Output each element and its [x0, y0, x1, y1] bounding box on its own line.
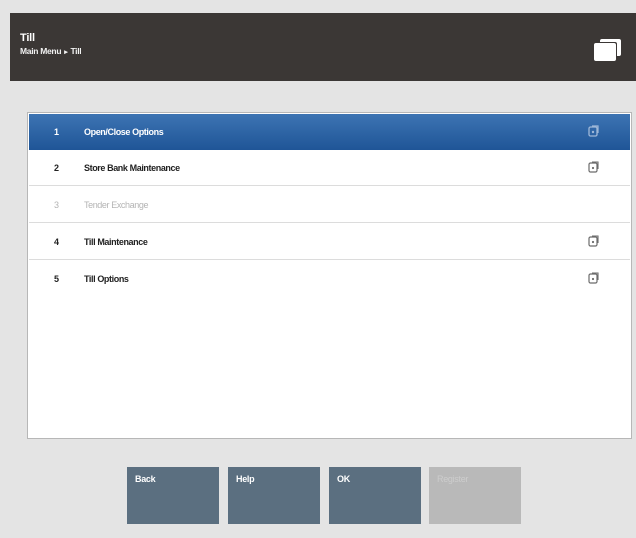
main-content: 1 Open/Close Options 2 Store Bank Mainte…	[10, 81, 636, 538]
menu-item-number: 4	[54, 237, 59, 247]
back-button[interactable]: Back	[127, 467, 219, 524]
menu-item-label: Store Bank Maintenance	[84, 163, 180, 173]
submenu-icon	[588, 125, 599, 137]
menu-item-label: Open/Close Options	[84, 127, 164, 137]
menu-item-label: Tender Exchange	[84, 200, 149, 210]
menu-item-till-options[interactable]: 5 Till Options	[29, 261, 630, 297]
register-button: Register	[429, 467, 521, 524]
menu-item-number: 3	[54, 200, 59, 210]
menu-item-tender-exchange: 3 Tender Exchange	[29, 187, 630, 223]
submenu-icon	[588, 161, 599, 173]
page-title: Till	[20, 32, 35, 44]
menu-item-label: Till Options	[84, 274, 129, 284]
menu-item-label: Till Maintenance	[84, 237, 148, 247]
breadcrumb-separator-icon: ▸	[64, 49, 68, 56]
help-button[interactable]: Help	[228, 467, 320, 524]
submenu-icon	[588, 272, 599, 284]
ok-button[interactable]: OK	[329, 467, 421, 524]
menu-item-open-close-options[interactable]: 1 Open/Close Options	[29, 114, 630, 150]
breadcrumb-current: Till	[70, 46, 82, 56]
menu-list: 1 Open/Close Options 2 Store Bank Mainte…	[27, 112, 632, 439]
page-header: Till Main Menu ▸ Till	[10, 13, 636, 81]
breadcrumb: Main Menu ▸ Till	[20, 46, 82, 56]
window-stack-icon[interactable]	[593, 37, 621, 61]
menu-item-number: 2	[54, 163, 59, 173]
menu-item-number: 1	[54, 127, 59, 137]
breadcrumb-parent[interactable]: Main Menu	[20, 46, 62, 56]
menu-item-number: 5	[54, 274, 59, 284]
menu-item-store-bank-maintenance[interactable]: 2 Store Bank Maintenance	[29, 150, 630, 186]
menu-item-till-maintenance[interactable]: 4 Till Maintenance	[29, 224, 630, 260]
submenu-icon	[588, 235, 599, 247]
